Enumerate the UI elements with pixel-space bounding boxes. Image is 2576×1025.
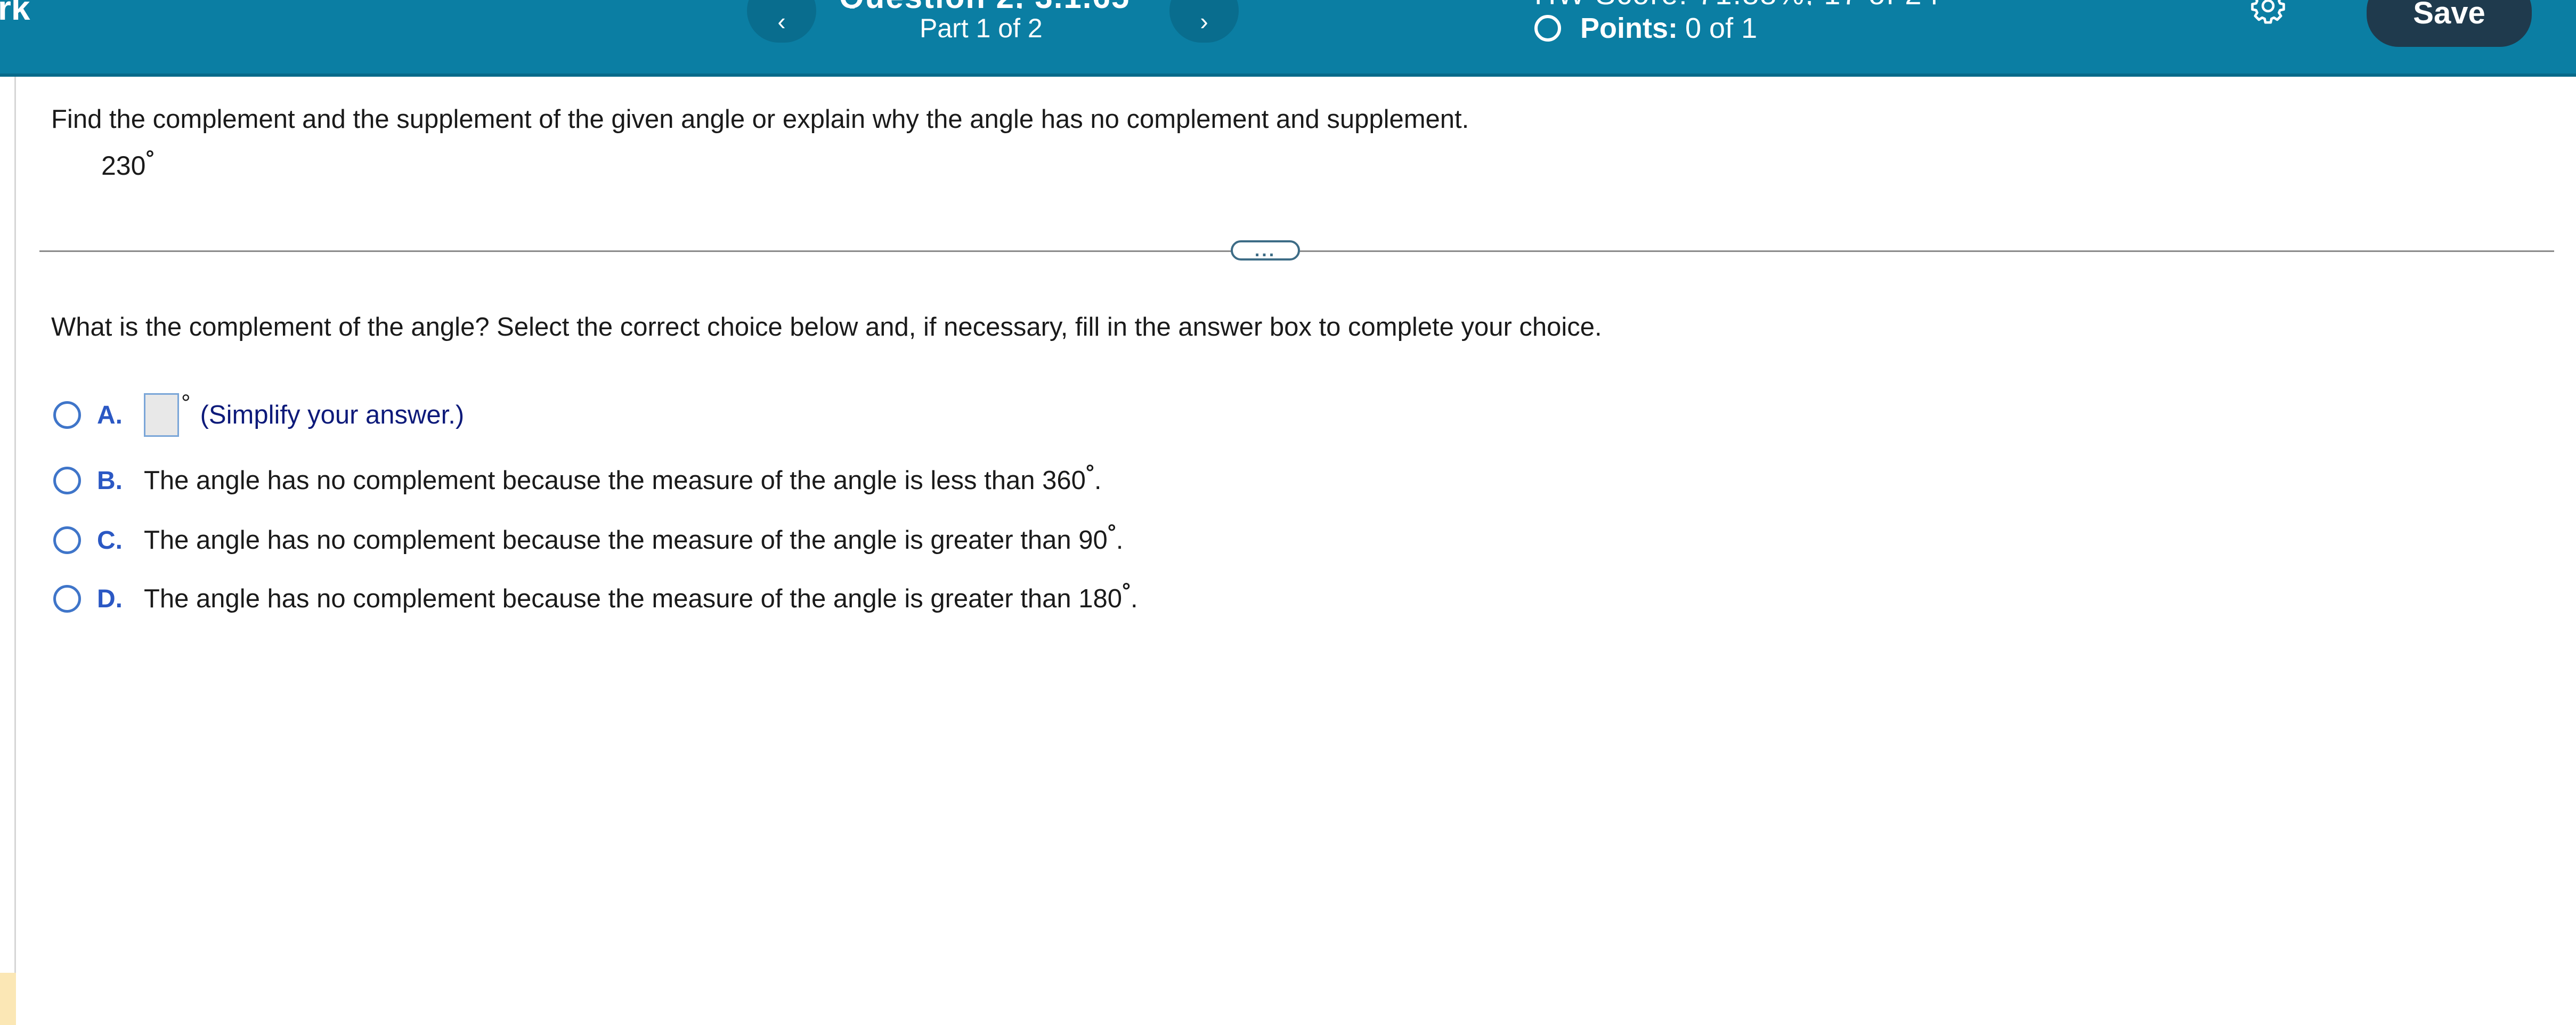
- part-label: Part 1 of 2: [920, 13, 1043, 43]
- choice-letter: C.: [97, 526, 123, 555]
- degree-symbol: °: [1107, 520, 1116, 544]
- given-angle: 230°: [101, 147, 155, 181]
- next-question-button[interactable]: ›: [1169, 0, 1239, 43]
- choice-text: The angle has no complement because the …: [144, 461, 1102, 495]
- chevron-left-icon: ‹: [777, 7, 786, 35]
- save-button[interactable]: Save: [2367, 0, 2532, 47]
- choice-c[interactable]: C. The angle has no complement because t…: [53, 520, 1124, 555]
- points-label: Points:: [1580, 12, 1678, 44]
- homework-score: HW Score: 71.88%, 17 of 24 points: [1534, 0, 2014, 5]
- points-indicator: Points: 0 of 1: [1534, 12, 1757, 45]
- points-value: 0 of 1: [1685, 12, 1758, 44]
- radio-button-c[interactable]: [53, 526, 81, 554]
- choice-b[interactable]: B. The angle has no complement because t…: [53, 461, 1102, 495]
- degree-symbol: °: [1122, 579, 1131, 603]
- answer-box[interactable]: [144, 393, 179, 437]
- previous-question-button[interactable]: ‹: [747, 0, 816, 43]
- choice-text: The angle has no complement because the …: [144, 579, 1138, 613]
- choice-letter: D.: [97, 584, 123, 613]
- radio-button-d[interactable]: [53, 585, 81, 613]
- radio-button-b[interactable]: [53, 467, 81, 494]
- question-label: Question 2, 3.1.65: [839, 0, 1148, 9]
- degree-symbol: °: [1085, 461, 1094, 484]
- hint-text: (Simplify your answer.): [200, 401, 465, 429]
- choice-letter: B.: [97, 466, 123, 495]
- choice-letter: A.: [97, 401, 123, 429]
- part-prompt: What is the complement of the angle? Sel…: [51, 313, 1602, 341]
- choice-a[interactable]: A. ° (Simplify your answer.): [53, 390, 465, 437]
- gear-icon[interactable]: [2249, 0, 2287, 25]
- header-bar: rk ‹ Question 2, 3.1.65 Part 1 of 2 › HW…: [0, 0, 2576, 77]
- divider-handle[interactable]: ...: [1231, 240, 1300, 261]
- chevron-right-icon: ›: [1200, 7, 1208, 35]
- degree-symbol: °: [181, 390, 191, 416]
- angle-value: 230: [101, 151, 146, 181]
- side-panel-tab[interactable]: [0, 973, 16, 1025]
- points-status-icon: [1534, 15, 1561, 42]
- left-gutter: [0, 77, 16, 1025]
- brand-title: rk: [0, 0, 30, 27]
- question-instructions: Find the complement and the supplement o…: [51, 105, 1469, 134]
- radio-button-a[interactable]: [53, 401, 81, 429]
- choice-text: The angle has no complement because the …: [144, 520, 1124, 555]
- choice-d[interactable]: D. The angle has no complement because t…: [53, 579, 1138, 614]
- degree-symbol: °: [145, 147, 155, 170]
